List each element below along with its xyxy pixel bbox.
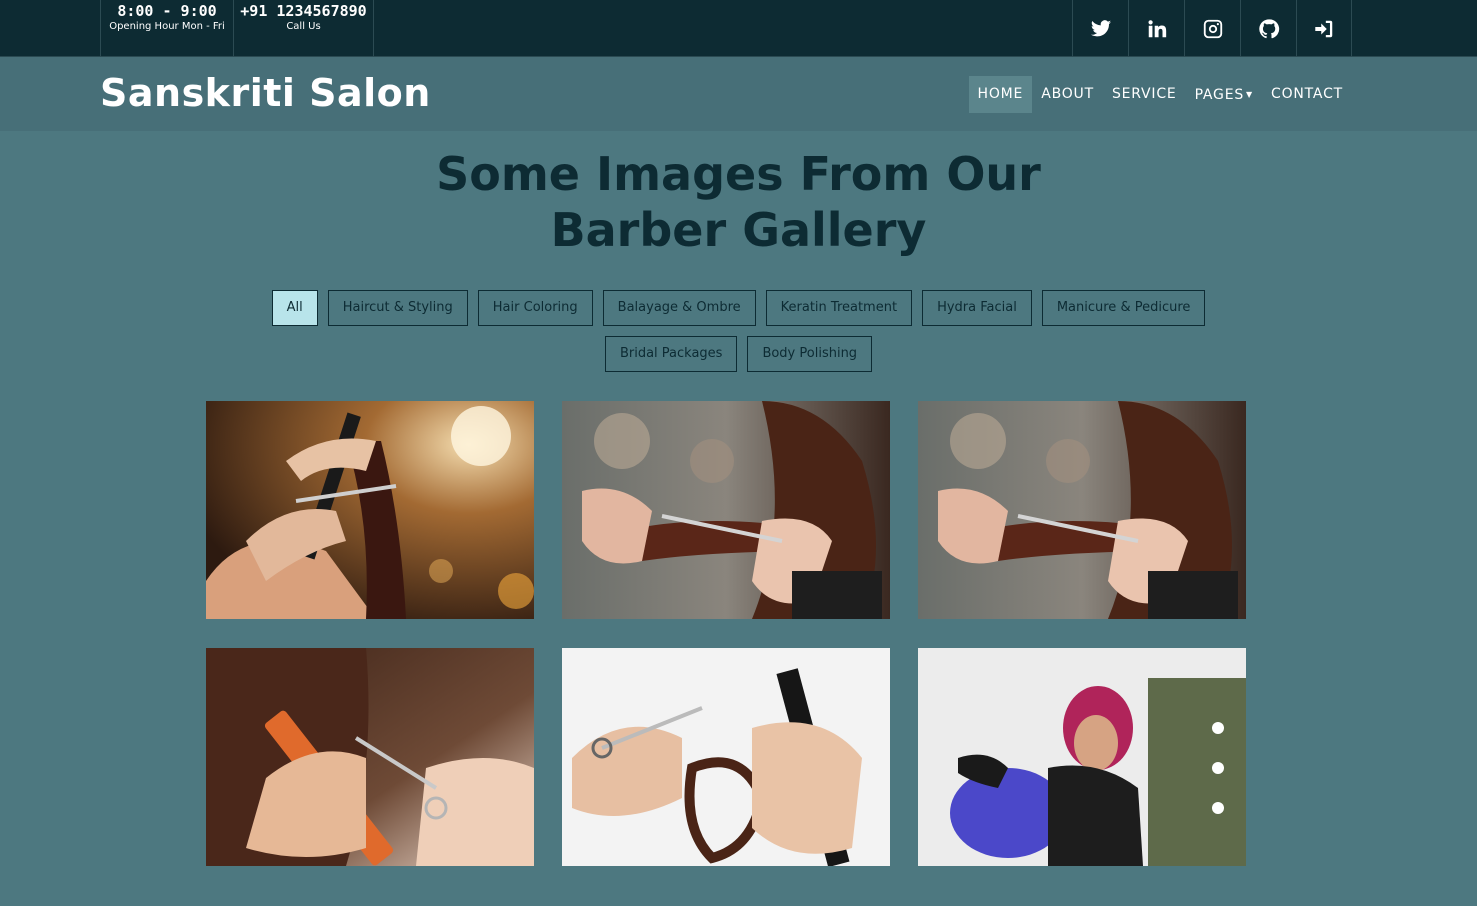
- top-bar: 8:00 - 9:00 Opening Hour Mon - Fri +91 1…: [0, 0, 1477, 57]
- gallery-image[interactable]: [206, 648, 534, 866]
- github-link[interactable]: [1240, 0, 1296, 57]
- scissors-closeup-photo: [562, 648, 890, 866]
- linkedin-icon: [1147, 19, 1166, 37]
- hours-value: 8:00 - 9:00: [117, 2, 217, 20]
- nav-service[interactable]: SERVICE: [1103, 76, 1186, 113]
- login-link[interactable]: [1296, 0, 1352, 57]
- linkedin-link[interactable]: [1128, 0, 1184, 57]
- filter-hair-coloring[interactable]: Hair Coloring: [477, 290, 593, 326]
- twitter-link[interactable]: [1072, 0, 1128, 57]
- comb-scissors-photo: [206, 648, 534, 866]
- haircut-photo: [206, 401, 534, 619]
- gallery-image[interactable]: [562, 401, 890, 619]
- hair-trim-photo: [562, 401, 890, 619]
- nav-home[interactable]: HOME: [968, 76, 1033, 113]
- filter-manicure-pedicure[interactable]: Manicure & Pedicure: [1041, 290, 1206, 326]
- brand-logo[interactable]: Sanskriti Salon: [100, 71, 431, 115]
- social-links: [1072, 0, 1352, 57]
- filter-haircut-styling[interactable]: Haircut & Styling: [327, 290, 468, 326]
- caret-down-icon: ▼: [1246, 90, 1253, 99]
- phone-value: +91 1234567890: [240, 2, 367, 20]
- phone-label: Call Us: [286, 21, 321, 32]
- gallery-image[interactable]: [918, 401, 1246, 619]
- gallery-title-line1: Some Images From Our: [436, 147, 1041, 201]
- filter-hydra-facial[interactable]: Hydra Facial: [922, 290, 1032, 326]
- instagram-icon: [1203, 19, 1222, 38]
- phone-contact[interactable]: +91 1234567890 Call Us: [233, 0, 374, 57]
- gallery-heading: Some Images From Our Barber Gallery: [0, 146, 1477, 258]
- gallery-image[interactable]: [206, 401, 534, 619]
- filter-balayage-ombre[interactable]: Balayage & Ombre: [602, 290, 756, 326]
- gallery-image[interactable]: [918, 648, 1246, 866]
- twitter-icon: [1090, 19, 1111, 36]
- hair-trim-photo: [918, 401, 1246, 619]
- opening-hours: 8:00 - 9:00 Opening Hour Mon - Fri: [100, 0, 234, 57]
- gallery-image[interactable]: [562, 648, 890, 866]
- filter-all[interactable]: All: [271, 290, 318, 326]
- sign-in-icon: [1315, 20, 1333, 37]
- github-icon: [1258, 18, 1279, 38]
- hair-coloring-photo: [918, 648, 1246, 866]
- main-nav: HOME ABOUT SERVICE PAGES ▼ CONTACT: [968, 76, 1352, 113]
- filter-keratin-treatment[interactable]: Keratin Treatment: [765, 290, 913, 326]
- filter-bridal-packages[interactable]: Bridal Packages: [604, 336, 738, 372]
- nav-pages[interactable]: PAGES ▼: [1186, 76, 1262, 113]
- hours-label: Opening Hour Mon - Fri: [109, 21, 225, 32]
- instagram-link[interactable]: [1184, 0, 1240, 57]
- nav-pages-label: PAGES: [1194, 87, 1245, 103]
- nav-contact[interactable]: CONTACT: [1262, 76, 1352, 113]
- filter-body-polishing[interactable]: Body Polishing: [747, 336, 873, 372]
- gallery-filters-row1: All Haircut & Styling Hair Coloring Bala…: [0, 290, 1477, 326]
- gallery-filters-row2: Bridal Packages Body Polishing: [0, 336, 1477, 372]
- nav-about[interactable]: ABOUT: [1032, 76, 1103, 113]
- gallery-title-line2: Barber Gallery: [550, 203, 927, 257]
- navbar: Sanskriti Salon HOME ABOUT SERVICE PAGES…: [0, 57, 1477, 131]
